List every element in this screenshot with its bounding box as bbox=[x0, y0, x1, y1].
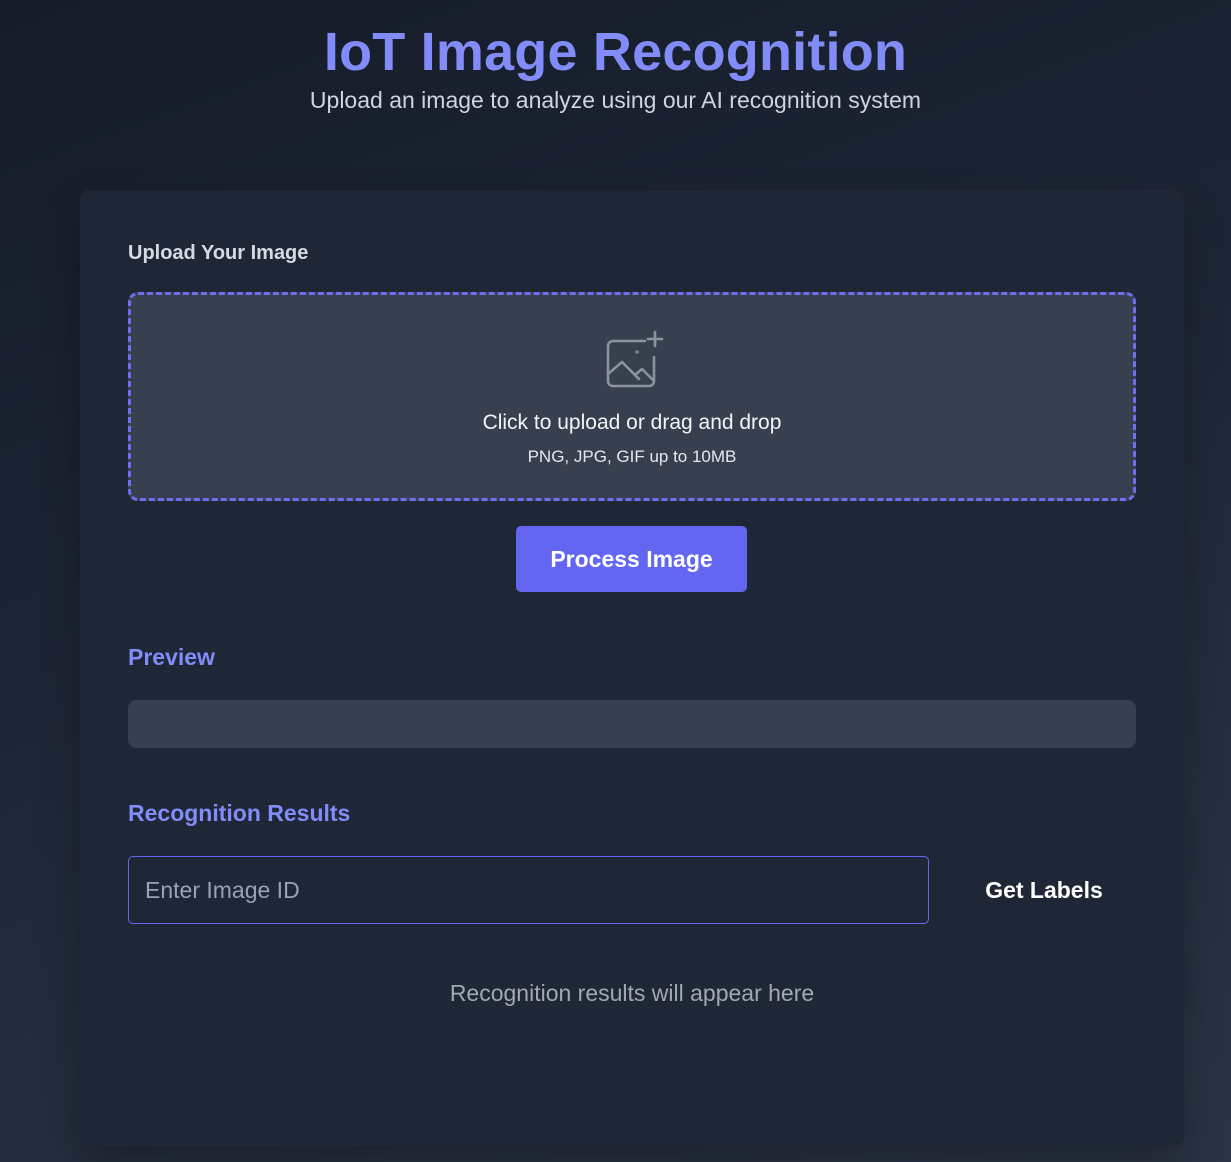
results-placeholder: Recognition results will appear here bbox=[449, 980, 815, 1006]
page-subtitle: Upload an image to analyze using our AI … bbox=[309, 87, 922, 113]
process-image-button[interactable]: Process Image bbox=[516, 526, 747, 592]
upload-dropzone[interactable]: Click to upload or drag and drop PNG, JP… bbox=[128, 292, 1136, 501]
main-card: Upload Your Image Click to upload or dra… bbox=[80, 190, 1184, 1146]
preview-title: Preview bbox=[128, 644, 215, 670]
image-plus-icon bbox=[605, 329, 667, 389]
upload-hint: PNG, JPG, GIF up to 10MB bbox=[527, 447, 737, 466]
results-title: Recognition Results bbox=[128, 800, 351, 826]
page-title: IoT Image Recognition bbox=[323, 22, 908, 82]
get-labels-button[interactable]: Get Labels bbox=[956, 856, 1132, 924]
upload-prompt: Click to upload or drag and drop bbox=[482, 411, 782, 434]
image-id-input[interactable] bbox=[128, 856, 929, 924]
upload-label: Upload Your Image bbox=[128, 242, 309, 264]
preview-area bbox=[128, 700, 1136, 748]
